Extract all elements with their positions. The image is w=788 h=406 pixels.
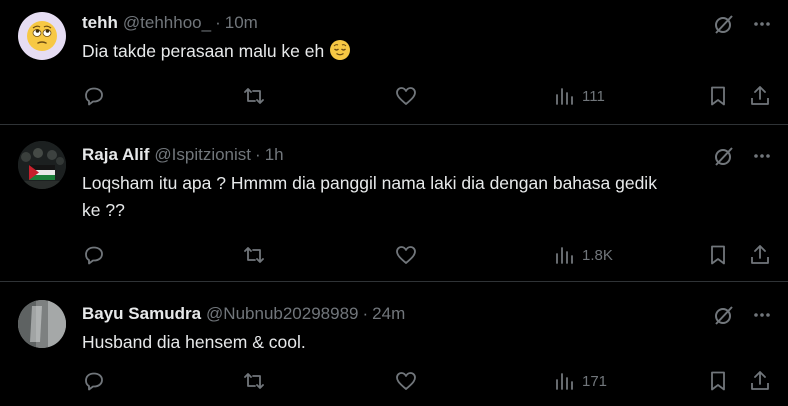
relieved-face-icon [330,40,351,60]
analytics-icon [556,88,573,105]
tweet-actions: 171 [82,369,772,393]
rolling-eyes-emoji-icon [27,21,57,51]
avatar[interactable] [18,12,66,60]
timestamp[interactable]: 1h [265,145,284,165]
retweet-icon [244,88,264,104]
tweet[interactable]: Bayu Samudra @Nubnub20298989 · 24m Husba… [0,282,788,406]
bookmark-button[interactable] [706,243,730,267]
display-name[interactable]: tehh [82,13,118,33]
timestamp[interactable]: 10m [225,13,258,33]
bookmark-icon [711,245,725,265]
timestamp[interactable]: 24m [372,304,405,324]
avatar[interactable] [18,141,66,189]
tweet-header-actions [712,12,772,36]
views-button[interactable]: 111 [552,84,605,108]
grok-icon[interactable] [712,12,736,36]
share-button[interactable] [748,84,772,108]
separator-dot: · [255,145,261,164]
more-icon[interactable] [752,146,772,166]
reply-icon [85,87,103,106]
tweet[interactable]: tehh @tehhhoo_ · 10m Dia takde perasaan … [0,0,788,125]
like-button[interactable] [394,369,418,393]
share-icon [751,86,769,105]
reply-button[interactable] [82,243,106,267]
heart-icon [396,372,416,390]
tweet-header-actions [712,144,772,168]
more-icon[interactable] [752,14,772,34]
tweet-text-line: Loqsham itu apa ? Hmmm dia panggil nama … [82,173,657,193]
retweet-button[interactable] [242,84,266,108]
reply-icon [85,246,103,265]
like-button[interactable] [394,84,418,108]
tweet-actions: 1.8K [82,243,772,267]
analytics-icon [556,247,573,264]
bookmark-button[interactable] [706,84,730,108]
views-button[interactable]: 171 [552,369,607,393]
views-button[interactable]: 1.8K [552,243,613,267]
heart-icon [396,246,416,264]
display-name[interactable]: Raja Alif [82,145,149,165]
username[interactable]: @Nubnub20298989 [206,304,358,324]
like-button[interactable] [394,243,418,267]
reply-button[interactable] [82,84,106,108]
share-icon [751,371,769,390]
view-count: 111 [582,87,605,105]
flag-crowd-photo-icon [18,141,66,189]
view-count: 1.8K [582,246,613,264]
view-count: 171 [582,372,608,390]
share-button[interactable] [748,243,772,267]
tweet-text: Husband dia hensem & cool. [82,329,772,356]
grey-photo-icon [18,300,66,348]
tweet-text: Dia takde perasaan malu ke eh [82,38,772,65]
retweet-icon [244,247,264,263]
tweet-text-line: ke ?? [82,200,125,220]
reply-button[interactable] [82,369,106,393]
tweet-header: Bayu Samudra @Nubnub20298989 · 24m [82,303,772,325]
tweet-header: Raja Alif @Ispitzionist · 1h [82,144,772,166]
tweet-header-actions [712,303,772,327]
bookmark-button[interactable] [706,369,730,393]
tweet[interactable]: Raja Alif @Ispitzionist · 1h Loqsham itu… [0,125,788,282]
tweet-text-body: Husband dia hensem & cool. [82,332,306,352]
retweet-icon [244,373,264,389]
avatar[interactable] [18,300,66,348]
username[interactable]: @Ispitzionist [154,145,251,165]
grok-icon[interactable] [712,303,736,327]
grok-icon[interactable] [712,144,736,168]
bookmark-icon [711,86,725,106]
reply-feed: tehh @tehhhoo_ · 10m Dia takde perasaan … [0,0,788,406]
analytics-icon [556,373,573,390]
separator-dot: · [215,13,221,32]
username[interactable]: @tehhhoo_ [123,13,211,33]
heart-icon [396,87,416,105]
retweet-button[interactable] [242,369,266,393]
share-button[interactable] [748,369,772,393]
reply-icon [85,372,103,391]
tweet-text-body: Dia takde perasaan malu ke eh [82,41,325,61]
share-icon [751,245,769,264]
tweet-text: Loqsham itu apa ? Hmmm dia panggil nama … [82,170,772,224]
tweet-header: tehh @tehhhoo_ · 10m [82,12,772,34]
bookmark-icon [711,371,725,391]
tweet-actions: 111 [82,84,772,108]
more-icon[interactable] [752,305,772,325]
display-name[interactable]: Bayu Samudra [82,304,201,324]
retweet-button[interactable] [242,243,266,267]
separator-dot: · [362,304,369,323]
